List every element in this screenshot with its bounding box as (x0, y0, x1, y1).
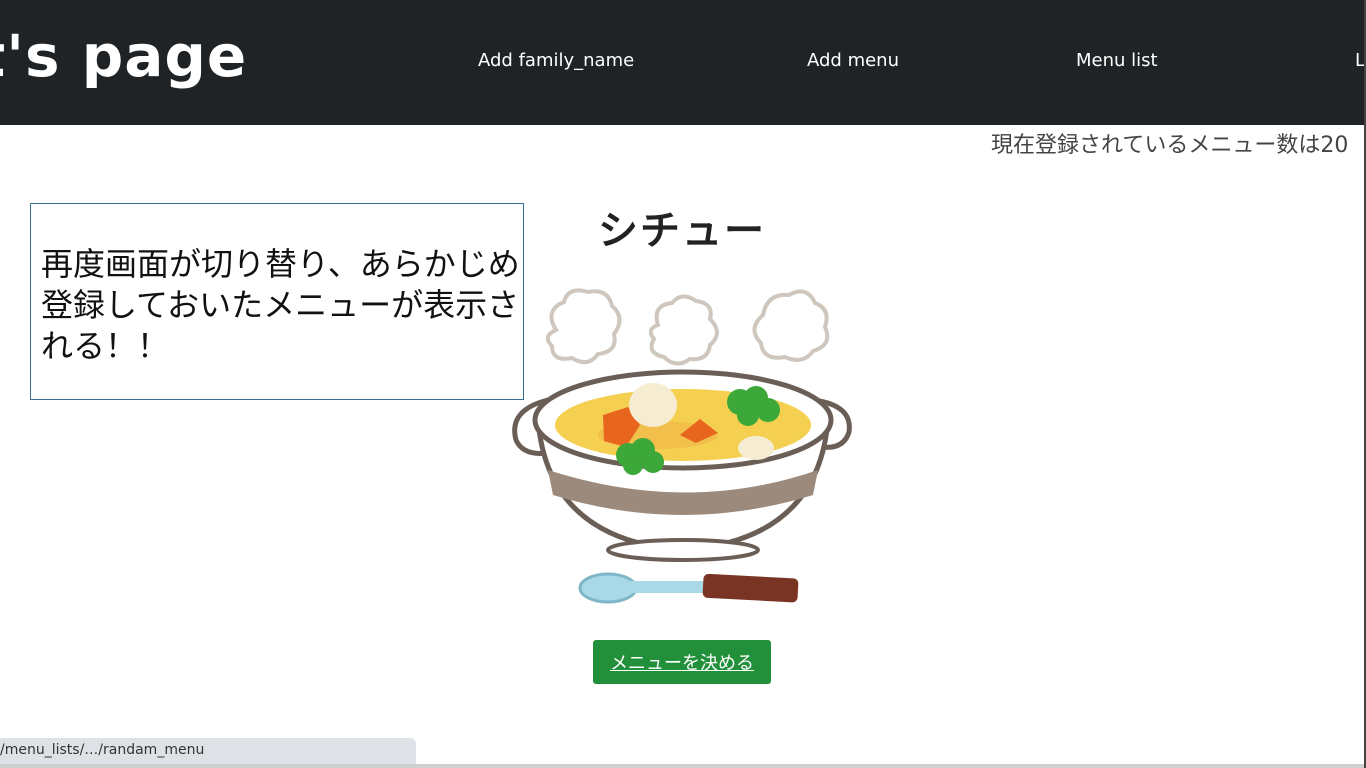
header-bar: st's page Add family_name Add menu Menu … (0, 0, 1366, 125)
nav-menu-list[interactable]: Menu list (1076, 50, 1158, 71)
stew-illustration (512, 288, 852, 604)
registered-count-text: 現在登録されているメニュー数は20 (991, 133, 1349, 158)
status-bar: /menu_lists/…/randam_menu (0, 738, 416, 764)
menu-title: シチュー (598, 208, 766, 254)
callout-text: 再度画面が切り替り、あらかじめ登録しておいたメニューが表示される！！ (41, 245, 520, 365)
nav-add-family-name[interactable]: Add family_name (478, 50, 634, 71)
status-url: /menu_lists/…/randam_menu (0, 742, 205, 758)
annotation-callout: 再度画面が切り替り、あらかじめ登録しておいたメニューが表示される！！ (30, 203, 524, 400)
site-title[interactable]: st's page (0, 22, 247, 90)
taskbar-strip (0, 764, 1366, 768)
decide-menu-button[interactable]: メニューを決める (593, 640, 771, 684)
nav-add-menu[interactable]: Add menu (807, 50, 899, 71)
